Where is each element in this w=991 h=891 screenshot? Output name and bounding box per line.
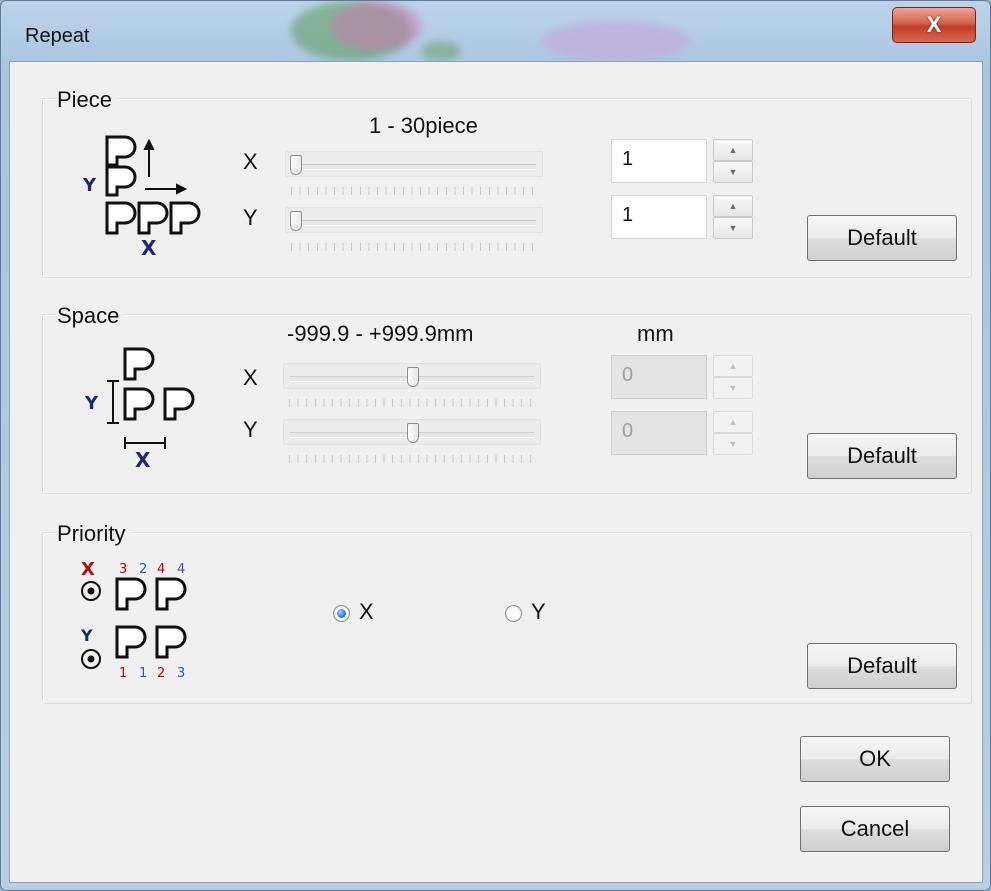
piece-x-spinner[interactable]: ▲ ▼ — [713, 139, 753, 183]
space-unit-label: mm — [637, 321, 674, 346]
priority-x-radio-label[interactable]: X — [359, 599, 374, 625]
priority-bottom-number: 3 — [177, 666, 185, 681]
piece-x-slider[interactable] — [285, 151, 543, 177]
priority-default-button[interactable]: Default — [807, 643, 957, 689]
piece-y-label: Y — [243, 205, 258, 230]
piece-x-input[interactable]: 1 — [611, 139, 707, 183]
piece-default-button[interactable]: Default — [807, 215, 957, 261]
title-bar-decoration — [541, 21, 691, 61]
space-y-slider-ticks — [289, 455, 537, 463]
dialog-client-area: Piece Y X 1 - 30piece X 1 ▲ ▼ Y 1 ▲ ▼ De… — [9, 61, 983, 883]
cancel-button[interactable]: Cancel — [800, 806, 950, 852]
piece-y-slider-thumb[interactable] — [290, 211, 302, 231]
piece-group: Piece Y X 1 - 30piece X 1 ▲ ▼ Y 1 ▲ ▼ De… — [42, 87, 972, 278]
priority-bottom-number: 1 — [119, 666, 127, 681]
priority-top-number: 2 — [139, 562, 147, 577]
priority-bottom-number: 1 — [139, 666, 147, 681]
space-repeat-icon: Y X — [84, 347, 195, 472]
space-x-slider[interactable] — [283, 363, 541, 389]
space-group-title: Space — [57, 303, 126, 329]
close-button[interactable]: X — [892, 7, 976, 43]
space-x-label: X — [243, 365, 258, 390]
space-y-label: Y — [243, 417, 258, 442]
space-x-slider-thumb[interactable] — [407, 367, 419, 387]
priority-group: Priority X Y 3 2 4 4 1 1 2 3 X Y Default — [42, 521, 972, 704]
priority-icon-x-mark: X — [81, 559, 95, 580]
piece-icon-x-label: X — [141, 236, 157, 260]
piece-y-slider-ticks — [291, 243, 539, 251]
space-icon-y-label: Y — [84, 393, 99, 414]
piece-range-label: 1 - 30piece — [369, 113, 478, 138]
window-title: Repeat — [25, 25, 90, 47]
space-y-spinner[interactable]: ▲ ▼ — [713, 411, 753, 455]
space-y-spin-up-icon[interactable]: ▲ — [713, 411, 753, 433]
priority-x-radio[interactable] — [333, 605, 350, 622]
priority-icon-y-mark: Y — [80, 626, 93, 645]
piece-x-label: X — [243, 149, 258, 174]
space-range-label: -999.9 - +999.9mm — [287, 321, 474, 346]
priority-bottom-number: 2 — [157, 666, 165, 681]
piece-repeat-icon: Y X — [82, 135, 201, 260]
space-x-spin-down-icon[interactable]: ▼ — [713, 377, 753, 399]
priority-top-number: 3 — [119, 562, 127, 577]
space-x-spin-up-icon[interactable]: ▲ — [713, 355, 753, 377]
title-bar-decoration — [421, 41, 461, 61]
piece-icon-y-label: Y — [82, 175, 97, 196]
piece-y-spin-up-icon[interactable]: ▲ — [713, 195, 753, 217]
piece-x-spin-down-icon[interactable]: ▼ — [713, 161, 753, 183]
priority-top-number: 4 — [157, 562, 165, 577]
space-x-spinner[interactable]: ▲ ▼ — [713, 355, 753, 399]
priority-y-radio-label[interactable]: Y — [531, 599, 546, 625]
space-x-input[interactable]: 0 — [611, 355, 707, 399]
title-bar[interactable]: Repeat X — [1, 1, 990, 61]
priority-order-icon: X Y 3 2 4 4 1 1 2 3 — [80, 559, 187, 681]
ok-button[interactable]: OK — [800, 736, 950, 782]
title-bar-decoration — [331, 1, 421, 51]
space-default-button[interactable]: Default — [807, 433, 957, 479]
priority-top-number: 4 — [177, 562, 185, 577]
repeat-dialog: Repeat X Piece Y X 1 - 30piece X 1 ▲ ▼ Y… — [0, 0, 991, 891]
space-y-slider[interactable] — [283, 419, 541, 445]
space-group: Space Y X -999.9 - +999.9mm mm X 0 ▲ ▼ Y… — [42, 303, 972, 494]
space-x-slider-ticks — [289, 399, 537, 407]
space-y-slider-thumb[interactable] — [407, 423, 419, 443]
priority-y-radio[interactable] — [505, 605, 522, 622]
piece-y-spinner[interactable]: ▲ ▼ — [713, 195, 753, 239]
piece-x-slider-ticks — [291, 187, 539, 195]
piece-group-title: Piece — [57, 87, 119, 113]
space-y-input[interactable]: 0 — [611, 411, 707, 455]
piece-y-spin-down-icon[interactable]: ▼ — [713, 217, 753, 239]
piece-y-slider[interactable] — [285, 207, 543, 233]
space-y-spin-down-icon[interactable]: ▼ — [713, 433, 753, 455]
piece-x-spin-up-icon[interactable]: ▲ — [713, 139, 753, 161]
piece-x-slider-thumb[interactable] — [290, 155, 302, 175]
piece-y-input[interactable]: 1 — [611, 195, 707, 239]
space-icon-x-label: X — [135, 448, 151, 472]
priority-group-title: Priority — [57, 521, 132, 547]
